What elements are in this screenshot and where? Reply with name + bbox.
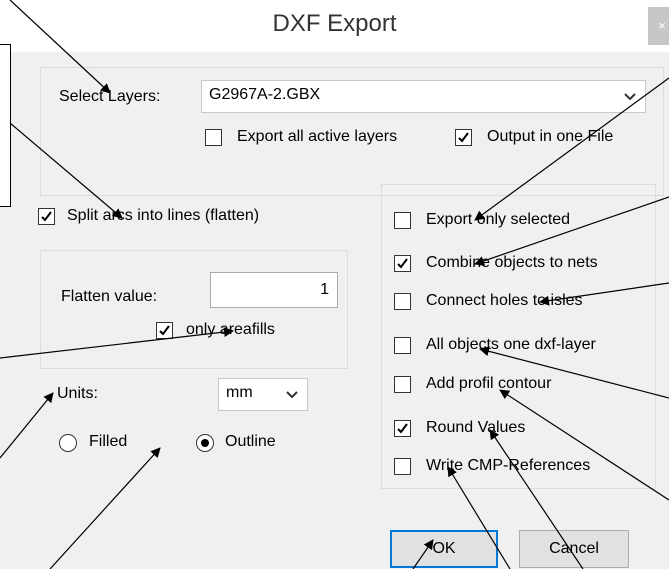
dxf-export-dialog: DXF Export × Select Layers: G2967A-2.GBX… (0, 0, 669, 569)
filled-radio[interactable] (59, 434, 77, 452)
chevron-down-icon (286, 391, 298, 399)
close-icon: × (658, 18, 666, 33)
split-arcs-checkbox[interactable] (38, 208, 55, 225)
write-cmp-references-checkbox[interactable] (394, 458, 411, 475)
radio-dot (201, 439, 209, 447)
layer-select[interactable]: G2967A-2.GBX (201, 80, 646, 113)
select-layers-label: Select Layers: (59, 88, 161, 105)
connect-holes-to-isles-label: Connect holes to isles (426, 292, 583, 309)
all-objects-one-dxf-layer-label: All objects one dxf-layer (426, 336, 596, 353)
all-objects-one-dxf-layer-checkbox[interactable] (394, 337, 411, 354)
callout-box (0, 44, 11, 207)
units-select-value: mm (226, 384, 253, 401)
outline-label: Outline (225, 433, 276, 450)
connect-holes-to-isles-checkbox[interactable] (394, 293, 411, 310)
chevron-down-icon (624, 93, 636, 101)
dialog-title: DXF Export (272, 10, 397, 37)
add-profil-contour-checkbox[interactable] (394, 376, 411, 393)
flatten-group (40, 250, 348, 369)
check-icon (397, 258, 408, 269)
round-values-checkbox[interactable] (394, 420, 411, 437)
output-in-one-file-checkbox[interactable] (455, 129, 472, 146)
cancel-button-label: Cancel (549, 540, 599, 557)
units-select[interactable]: mm (218, 378, 308, 411)
write-cmp-references-label: Write CMP-References (426, 457, 591, 474)
title-bar[interactable]: DXF Export × (0, 0, 669, 52)
ok-button-label: OK (432, 540, 456, 557)
combine-objects-to-nets-label: Combine objects to nets (426, 254, 598, 271)
export-all-active-layers-label: Export all active layers (237, 128, 398, 145)
export-only-selected-checkbox[interactable] (394, 212, 411, 229)
ok-button[interactable]: OK (390, 530, 498, 568)
units-label: Units: (57, 385, 98, 402)
only-areafills-checkbox[interactable] (156, 322, 173, 339)
check-icon (458, 132, 469, 143)
flatten-value-input[interactable]: 1 (210, 272, 338, 308)
check-icon (397, 423, 408, 434)
check-icon (41, 211, 52, 222)
export-all-active-layers-checkbox[interactable] (205, 129, 222, 146)
split-arcs-label: Split arcs into lines (flatten) (67, 207, 260, 224)
check-icon (159, 325, 170, 336)
output-in-one-file-label: Output in one File (487, 128, 614, 145)
export-only-selected-label: Export only selected (426, 211, 571, 228)
layer-select-value: G2967A-2.GBX (209, 86, 321, 103)
cancel-button[interactable]: Cancel (519, 530, 629, 568)
close-button[interactable]: × (648, 7, 669, 45)
flatten-value-label: Flatten value: (61, 288, 158, 305)
filled-label: Filled (89, 433, 128, 450)
outline-radio[interactable] (196, 434, 214, 452)
round-values-label: Round Values (426, 419, 526, 436)
combine-objects-to-nets-checkbox[interactable] (394, 255, 411, 272)
add-profil-contour-label: Add profil contour (426, 375, 552, 392)
only-areafills-label: only areafills (186, 321, 275, 338)
